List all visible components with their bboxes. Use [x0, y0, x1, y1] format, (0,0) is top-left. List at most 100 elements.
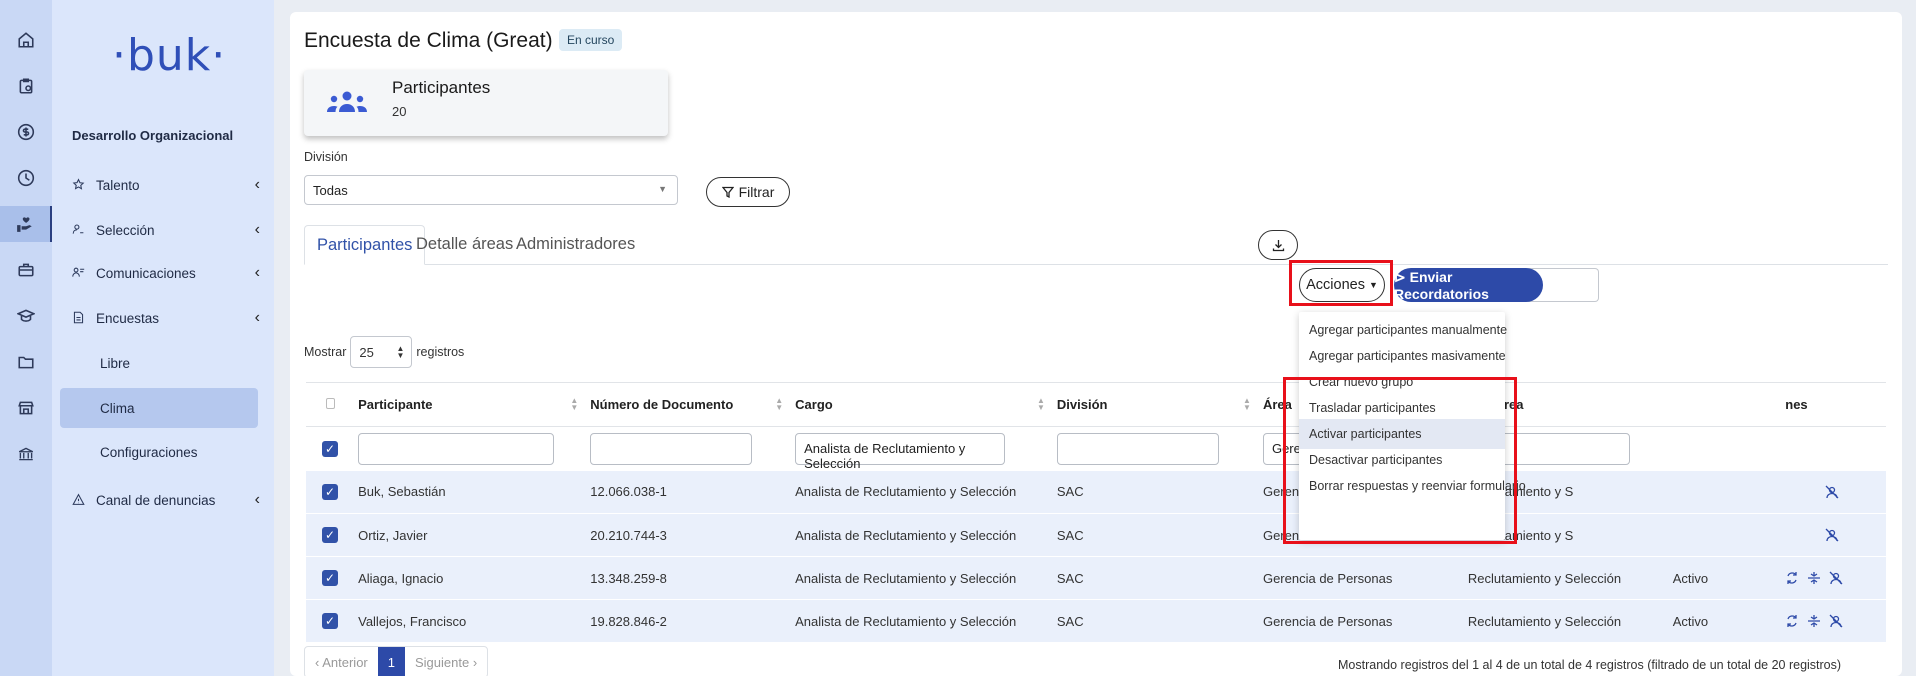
cell-estado	[1672, 513, 1786, 557]
division-select-value: Todas	[313, 183, 348, 198]
column-header[interactable]: Participante	[358, 397, 432, 412]
cargo-filter-input[interactable]: Analista de Reclutamiento y Selección	[795, 432, 1006, 471]
folder-icon[interactable]	[0, 344, 52, 380]
participants-table: Participante ▲ ▼ Número de Documento ▲ ▼ Car…	[306, 382, 1886, 643]
user-off-icon[interactable]	[1825, 528, 1839, 542]
sync-icon[interactable]	[1785, 571, 1799, 585]
store-icon[interactable]	[0, 390, 52, 426]
pagination-next-label: Siguiente	[415, 655, 470, 670]
sort-icon: ▲▼	[1243, 396, 1251, 412]
stat-value: 20	[392, 104, 407, 119]
caret-down-icon: ▼	[658, 184, 667, 194]
column-header[interactable]: Número de Documento	[590, 397, 733, 412]
clock-icon[interactable]	[0, 160, 52, 196]
sort-icon: ▲▼	[570, 396, 579, 412]
cell-subarea: Reclutamiento y Selección	[1467, 599, 1673, 643]
cell-division: SAC	[1056, 470, 1263, 514]
sidebar-item-talento[interactable]: Talento ‹	[72, 170, 262, 200]
filter-row-checkbox[interactable]: ✓	[322, 440, 338, 457]
chevron-left-icon: ‹	[254, 264, 260, 281]
page-title: Encuesta de Clima (Great)	[304, 29, 553, 52]
sidebar-item-seleccion[interactable]: Selección ‹	[72, 215, 262, 245]
sidebar-item-label: Talento	[96, 177, 140, 193]
sidebar-item-canal-denuncias[interactable]: Canal de denuncias ‹	[72, 485, 262, 515]
main-content: Encuesta de Clima (Great) En curso Parti…	[290, 12, 1902, 676]
sync-icon[interactable]	[1785, 614, 1799, 628]
row-checkbox[interactable]: ✓	[322, 613, 338, 629]
cell-area: Gerencia de Personas	[1262, 599, 1468, 643]
cell-division: SAC	[1056, 513, 1263, 557]
sidebar-subitem-clima[interactable]: Clima	[60, 388, 258, 428]
cell-cargo: Analista de Reclutamiento y Selección	[795, 513, 1057, 557]
pagination-prev[interactable]: ‹ Anterior	[305, 647, 378, 676]
tab-administradores[interactable]: Administradores	[504, 225, 647, 265]
column-header[interactable]: nes	[1785, 397, 1807, 412]
sidebar-subitem-libre[interactable]: Libre	[60, 343, 258, 383]
cell-cargo: Analista de Reclutamiento y Selección	[795, 470, 1057, 514]
cell-documento: 13.348.259-8	[590, 556, 796, 600]
home-icon[interactable]	[0, 22, 52, 58]
cell-subarea: Reclutamiento y Selección	[1467, 556, 1673, 600]
sidebar-item-comunicaciones[interactable]: Comunicaciones ‹	[72, 258, 262, 288]
chevron-left-icon: ‹	[254, 309, 260, 326]
table-row[interactable]: ✓ Vallejos, Francisco 19.828.846-2 Anali…	[306, 599, 1886, 643]
cell-participante: Ortiz, Javier	[358, 513, 591, 557]
download-button[interactable]	[1258, 230, 1298, 260]
stat-label: Participantes	[392, 78, 491, 97]
cell-division: SAC	[1056, 556, 1263, 600]
sidebar-item-label: Encuestas	[96, 310, 160, 326]
bank-icon[interactable]	[0, 436, 52, 472]
page-length-control: Mostrar 25 ▲ ▼ registros	[304, 336, 464, 368]
filter-button[interactable]: Filtrar	[706, 177, 790, 207]
sidebar-item-label: Selección	[96, 222, 155, 238]
table-row[interactable]: ✓ Ortiz, Javier 20.210.744-3 Analista de…	[306, 513, 1886, 557]
graduation-cap-icon[interactable]	[0, 298, 52, 334]
transfer-icon[interactable]	[1807, 614, 1821, 628]
download-icon	[1272, 239, 1284, 251]
column-header[interactable]: División	[1057, 397, 1108, 412]
transfer-icon[interactable]	[1807, 571, 1821, 585]
cell-participante: Vallejos, Francisco	[358, 599, 591, 643]
row-checkbox[interactable]: ✓	[322, 527, 338, 543]
row-checkbox[interactable]: ✓	[322, 570, 338, 586]
heart-hand-icon[interactable]	[0, 206, 52, 242]
participante-filter-input[interactable]	[358, 432, 555, 465]
user-search-icon	[72, 223, 86, 237]
icon-rail	[0, 0, 52, 676]
table-row[interactable]: ✓ Aliaga, Ignacio 13.348.259-8 Analista …	[306, 556, 1886, 600]
cell-participante: Buk, Sebastián	[358, 470, 591, 514]
status-badge: En curso	[559, 29, 623, 51]
cell-estado	[1672, 470, 1786, 514]
pagination-next[interactable]: Siguiente ›	[405, 647, 487, 676]
sidebar-section-title: Desarrollo Organizacional	[72, 128, 234, 143]
users-icon	[72, 266, 86, 280]
division-select[interactable]: Todas ▼	[304, 175, 678, 205]
select-all-checkbox[interactable]	[326, 398, 335, 409]
pagination: ‹ Anterior 1 Siguiente ›	[304, 646, 489, 676]
page-length-select[interactable]: 25 ▲ ▼	[350, 336, 413, 368]
column-header[interactable]: Cargo	[795, 397, 833, 412]
user-off-icon[interactable]	[1825, 485, 1839, 499]
cell-estado: Activo	[1672, 556, 1786, 600]
briefcase-icon[interactable]	[0, 252, 52, 288]
division-filter-input[interactable]	[1056, 432, 1219, 465]
user-off-icon[interactable]	[1829, 571, 1843, 585]
table-row[interactable]: ✓ Buk, Sebastián 12.066.038-1 Analista d…	[306, 470, 1886, 514]
filter-button-label: Filtrar	[738, 184, 775, 200]
cell-cargo: Analista de Reclutamiento y Selección	[795, 599, 1057, 643]
sidebar-item-encuestas[interactable]: Encuestas ‹	[72, 303, 262, 333]
table-info: Mostrando registros del 1 al 4 de un tot…	[1338, 658, 1842, 672]
user-off-icon[interactable]	[1829, 614, 1843, 628]
documento-filter-input[interactable]	[590, 432, 753, 465]
sidebar-subitem-configuraciones[interactable]: Configuraciones	[60, 432, 258, 472]
send-reminders-button[interactable]: ⊳ Enviar Recordatorios	[1394, 268, 1543, 302]
dollar-icon[interactable]	[0, 114, 52, 150]
sort-icon: ▲▼	[1036, 396, 1045, 412]
pagination-page[interactable]: 1	[377, 647, 405, 676]
cell-documento: 20.210.744-3	[590, 513, 796, 557]
clipboard-icon[interactable]	[0, 68, 52, 104]
row-checkbox[interactable]: ✓	[322, 483, 338, 500]
buk-logo[interactable]: ·buk·	[112, 30, 226, 81]
star-icon	[72, 178, 86, 192]
cell-area: Gerencia de Personas	[1262, 556, 1468, 600]
